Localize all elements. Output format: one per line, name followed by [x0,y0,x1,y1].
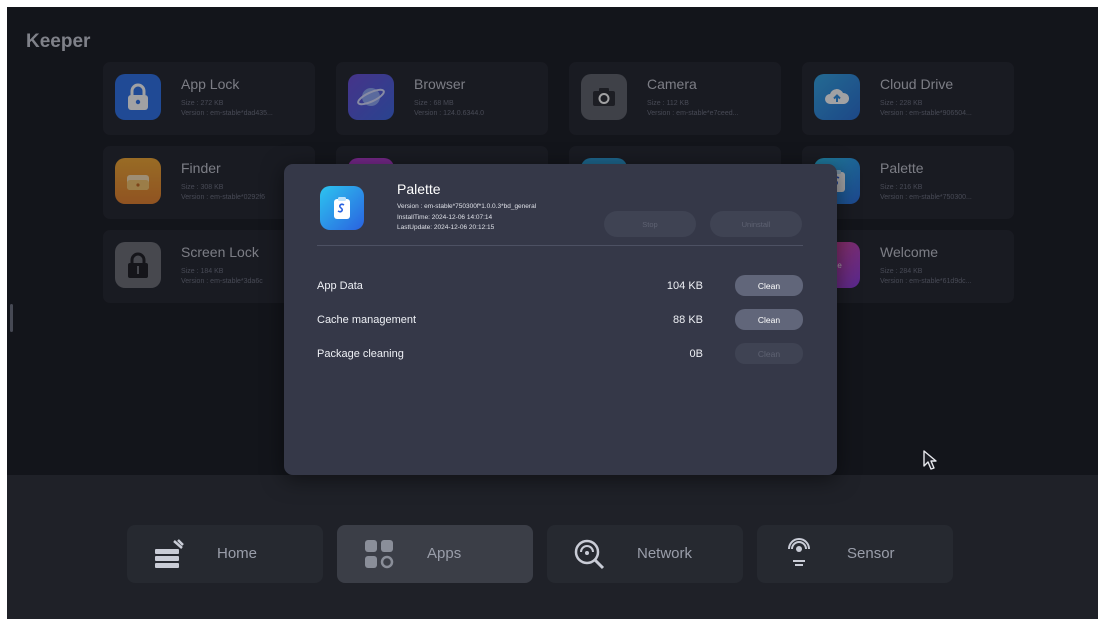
keeper-screen: Keeper App Lock Size : 272 KB Version : … [7,7,1098,619]
dialog-install-time: InstallTime: 2024-12-06 14:07:14 [397,213,493,221]
cache-management-value: 88 KB [673,314,703,326]
clipboard-icon [320,186,364,230]
nav-apps-button[interactable]: Apps [337,525,533,583]
home-icon [151,536,187,572]
package-cleaning-label: Package cleaning [317,348,404,360]
network-icon [571,536,607,572]
nav-label: Sensor [847,545,895,562]
stop-button[interactable]: Stop [604,211,696,237]
app-data-value: 104 KB [666,280,703,292]
app-detail-dialog: Palette Version : em-stable*750300f*1.0.… [284,164,837,475]
dialog-app-meta: Version : em-stable*750300f*1.0.0.3*bd_g… [397,202,536,234]
sensor-icon [781,536,817,572]
uninstall-button[interactable]: Uninstall [710,211,802,237]
bottom-navigation: Home Apps Network Sensor [7,475,1098,619]
dialog-version: Version : em-stable*750300f*1.0.0.3*bd_g… [397,203,537,210]
package-cleaning-value: 0B [689,348,703,360]
nav-home-button[interactable]: Home [127,525,323,583]
dialog-last-update: LastUpdate: 2024-12-06 20:12:15 [397,224,495,231]
mouse-pointer-icon [922,449,938,471]
nav-label: Apps [427,545,462,562]
cache-clean-button[interactable]: Clean [735,309,803,330]
nav-network-button[interactable]: Network [547,525,743,583]
app-data-label: App Data [317,280,363,292]
dialog-app-name: Palette [397,181,441,197]
cache-management-label: Cache management [317,314,417,326]
nav-sensor-button[interactable]: Sensor [757,525,953,583]
dialog-divider [317,245,803,246]
nav-label: Network [637,545,693,562]
app-data-clean-button[interactable]: Clean [735,275,803,296]
nav-label: Home [217,545,258,562]
apps-icon [361,536,397,572]
package-clean-button[interactable]: Clean [735,343,803,364]
